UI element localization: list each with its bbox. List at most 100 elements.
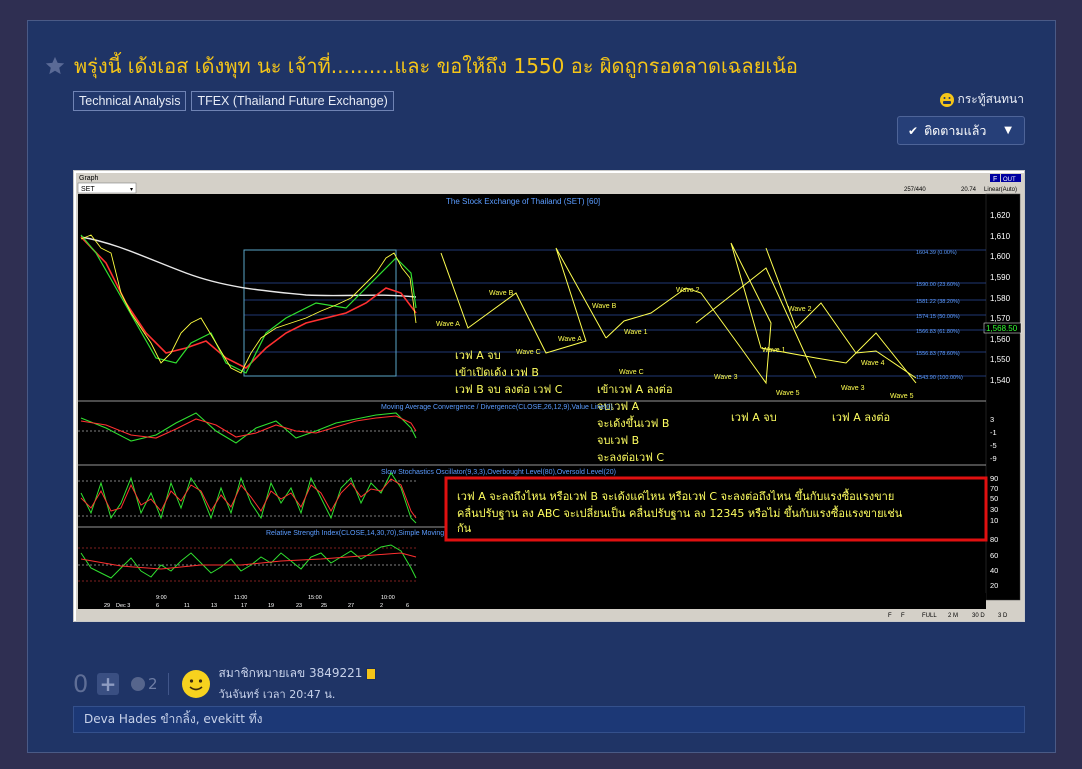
fib-label: 1604.39 (0.00%) xyxy=(916,250,957,256)
stoch-tick: 70 xyxy=(990,484,998,493)
zoom-button[interactable]: 30 D xyxy=(972,613,985,619)
stoch-tick: 50 xyxy=(990,494,998,503)
star-icon[interactable] xyxy=(44,55,66,77)
date-label: 19 xyxy=(268,603,274,609)
scale-value: 20.74 xyxy=(961,187,977,193)
price-tick: 1,570 xyxy=(990,314,1011,323)
date-label: 6 xyxy=(156,603,159,609)
tag-technical-analysis[interactable]: Technical Analysis xyxy=(73,91,187,111)
wave-label: Wave 2 xyxy=(676,287,700,294)
wave-label: Wave A xyxy=(558,336,582,343)
wave-label: Wave C xyxy=(516,349,541,356)
note-line: จะลงต่อเวฟ C xyxy=(597,451,664,464)
stoch-tick: 90 xyxy=(990,474,998,483)
wave-label: Wave B xyxy=(489,290,514,297)
topic-header: พรุ่งนี้ เด้งเอส เด้งพุท นะ เจ้าที่.....… xyxy=(44,50,798,82)
price-axis-labels: 1,620 1,610 1,600 1,590 1,580 1,570 1,56… xyxy=(990,211,1011,385)
fib-label: 1556.83 (78.60%) xyxy=(916,351,960,357)
rsi-tick: 40 xyxy=(990,566,998,575)
macd-tick: -5 xyxy=(990,441,997,450)
fib-label: 1566.83 (61.80%) xyxy=(916,329,960,335)
boxed-note-line: เวฟ A จะลงถึงไหน หรือเวฟ B จะเด้งแค่ไหน … xyxy=(457,488,894,503)
note-line: เข้าเปิดเด้ง เวฟ B xyxy=(455,366,539,379)
tag-tfex[interactable]: TFEX (Thailand Future Exchange) xyxy=(191,91,394,111)
vote-plus-icon[interactable]: + xyxy=(97,672,119,696)
price-tick: 1,550 xyxy=(990,355,1011,364)
price-tick: 1,560 xyxy=(990,335,1011,344)
wave-label: Wave C xyxy=(619,369,644,376)
date-label: 13 xyxy=(211,603,217,609)
time-label: 11:00 xyxy=(234,595,247,601)
window-titlebar xyxy=(76,173,1024,182)
macd-tick: 3 xyxy=(990,415,994,424)
time-label: 10:00 xyxy=(381,595,395,601)
rsi-tick: 60 xyxy=(990,551,998,560)
wave-label: Wave 5 xyxy=(890,393,914,400)
note-line: เวฟ B จบ ลงต่อ เวฟ C xyxy=(455,383,563,396)
fib-label: 1581.22 (38.20%) xyxy=(916,299,960,305)
rsi-tick: 20 xyxy=(990,581,998,590)
wave-label: Wave 4 xyxy=(861,360,885,367)
chart-window: Graph SET ▾ F OUT 257/440 20.74 Linear(A… xyxy=(76,173,1024,621)
select-arrow-icon: ▾ xyxy=(130,187,133,193)
emotion-counter[interactable]: 2 xyxy=(131,675,158,693)
price-tick: 1,610 xyxy=(990,232,1011,241)
time-label: 9:00 xyxy=(156,595,167,601)
price-tag-label: 1,568.50 xyxy=(986,324,1018,333)
out-button-label: OUT xyxy=(1003,177,1016,183)
date-label: Dec 3 xyxy=(116,603,130,609)
date-label: 6 xyxy=(406,603,409,609)
post-footer: 0 + 2 สมาชิกหมายเลข 3849221 วันจันทร์ เว… xyxy=(73,664,377,703)
window-title: Graph xyxy=(79,175,99,182)
zoom-button[interactable]: F xyxy=(901,613,905,619)
tag-list: Technical Analysis TFEX (Thailand Future… xyxy=(73,91,394,111)
chat-emoji-icon xyxy=(939,92,954,107)
date-label: 2 xyxy=(380,603,383,609)
wave-label: Wave 1 xyxy=(624,329,648,336)
follow-label: ติดตามแล้ว xyxy=(924,122,987,138)
zoom-button[interactable]: 3 D xyxy=(998,613,1008,619)
topic-type-label: กระทู้สนทนา xyxy=(957,92,1024,106)
note-line: จบเวฟ B xyxy=(597,434,639,447)
emotion-icon xyxy=(131,676,145,691)
chart-canvas: Graph SET ▾ F OUT 257/440 20.74 Linear(A… xyxy=(76,173,1024,619)
reaction-text[interactable]: Deva Hades ขำกลิ้ง, evekitt ทึ่ง xyxy=(84,710,263,729)
date-label: 17 xyxy=(241,603,247,609)
price-tick: 1,580 xyxy=(990,294,1011,303)
follow-button[interactable]: ✔ ติดตามแล้ว ▼ xyxy=(897,116,1025,145)
macd-title: Moving Average Convergence / Divergence(… xyxy=(381,404,613,411)
horizontal-scrollbar[interactable] xyxy=(78,609,874,619)
stoch-tick: 10 xyxy=(990,516,998,525)
member-name[interactable]: สมาชิกหมายเลข 3849221 xyxy=(219,664,363,683)
fib-label: 1543.90 (100.00%) xyxy=(916,375,963,381)
main-chart-title: The Stock Exchange of Thailand (SET) [60… xyxy=(446,197,600,206)
vote-count: 0 xyxy=(73,669,89,698)
date-label: 25 xyxy=(321,603,327,609)
price-tick: 1,600 xyxy=(990,252,1011,261)
fib-label: 1590.00 (23.60%) xyxy=(916,282,960,288)
avatar[interactable] xyxy=(181,669,211,699)
zoom-button[interactable]: FULL xyxy=(922,613,937,619)
chart-image: Graph SET ▾ F OUT 257/440 20.74 Linear(A… xyxy=(73,170,1025,622)
wave-label: Wave 1 xyxy=(762,347,786,354)
stoch-axis: 90 70 50 30 10 xyxy=(990,474,998,525)
emotion-count: 2 xyxy=(148,674,158,693)
zoom-button[interactable]: 2 M xyxy=(948,613,958,619)
note-line: เวฟ A จบ xyxy=(455,349,501,362)
zoom-button[interactable]: F xyxy=(888,613,892,619)
topic-title: พรุ่งนี้ เด้งเอส เด้งพุท นะ เจ้าที่.....… xyxy=(74,54,798,78)
scale-mode: Linear(Auto) xyxy=(984,187,1017,193)
f-button-label: F xyxy=(993,176,997,183)
date-label: 29 xyxy=(104,603,110,609)
boxed-note-line: กัน xyxy=(457,522,472,535)
reaction-summary: Deva Hades ขำกลิ้ง, evekitt ทึ่ง xyxy=(73,706,1025,733)
price-tick: 1,620 xyxy=(990,211,1011,220)
divider xyxy=(167,672,169,695)
wave-label: Wave 3 xyxy=(714,374,738,381)
topic-type: กระทู้สนทนา xyxy=(939,90,1024,109)
macd-tick: -9 xyxy=(990,454,997,463)
dropdown-arrow-icon: ▼ xyxy=(1004,125,1012,136)
rsi-tick: 80 xyxy=(990,535,998,544)
wave-label: Wave A xyxy=(436,321,460,328)
wave-label: Wave 3 xyxy=(841,385,865,392)
